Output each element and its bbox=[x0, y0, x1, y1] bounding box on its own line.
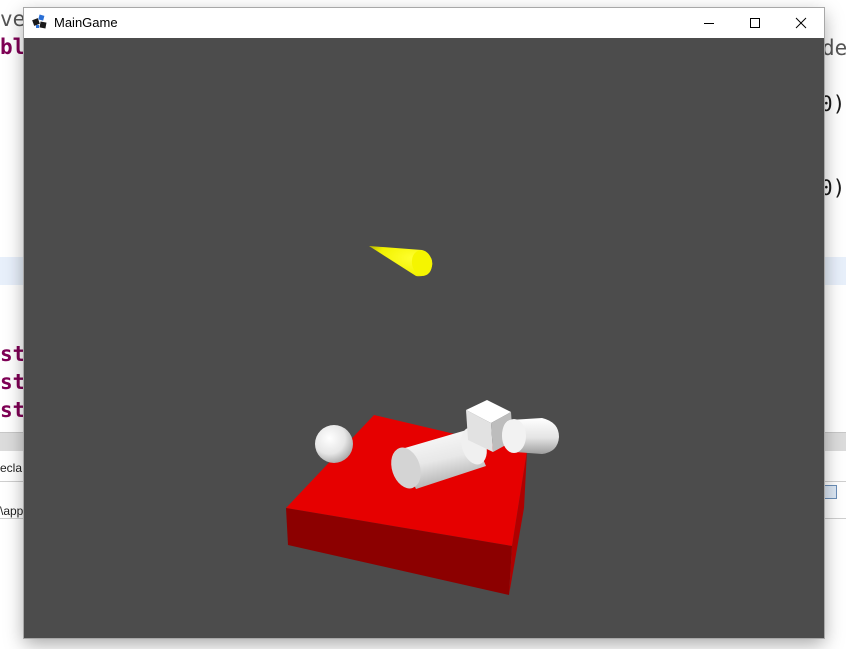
ide-code-fragment: bl bbox=[0, 35, 26, 59]
ide-code-fragment: ve bbox=[0, 7, 26, 31]
ide-console-path: \app bbox=[0, 504, 24, 518]
maximize-button[interactable] bbox=[732, 8, 778, 38]
window-title: MainGame bbox=[54, 15, 118, 30]
ide-code-fragment: st bbox=[0, 342, 26, 366]
title-bar[interactable]: MainGame bbox=[24, 8, 824, 38]
close-button[interactable] bbox=[778, 8, 824, 38]
game-viewport[interactable] bbox=[24, 38, 824, 638]
minimize-button[interactable] bbox=[686, 8, 732, 38]
ide-code-fragment-right: de bbox=[822, 36, 846, 60]
ide-panel-tab[interactable]: ecla bbox=[0, 461, 22, 475]
minimize-icon bbox=[704, 23, 714, 24]
game-window: MainGame bbox=[24, 8, 824, 638]
white-sphere[interactable] bbox=[315, 425, 353, 463]
ide-code-fragment: st bbox=[0, 370, 26, 394]
app-logo-icon bbox=[32, 14, 47, 29]
ide-panel-tool-icon[interactable] bbox=[824, 485, 837, 499]
screen: ve bl st st st de 0) 0) ecla \app MainGa… bbox=[0, 0, 846, 649]
yellow-cone[interactable] bbox=[369, 246, 434, 278]
ide-code-fragment: st bbox=[0, 398, 26, 422]
close-icon bbox=[795, 17, 807, 29]
white-capsule[interactable] bbox=[502, 418, 559, 454]
maximize-icon bbox=[750, 18, 760, 28]
scene-canvas[interactable] bbox=[24, 38, 824, 638]
